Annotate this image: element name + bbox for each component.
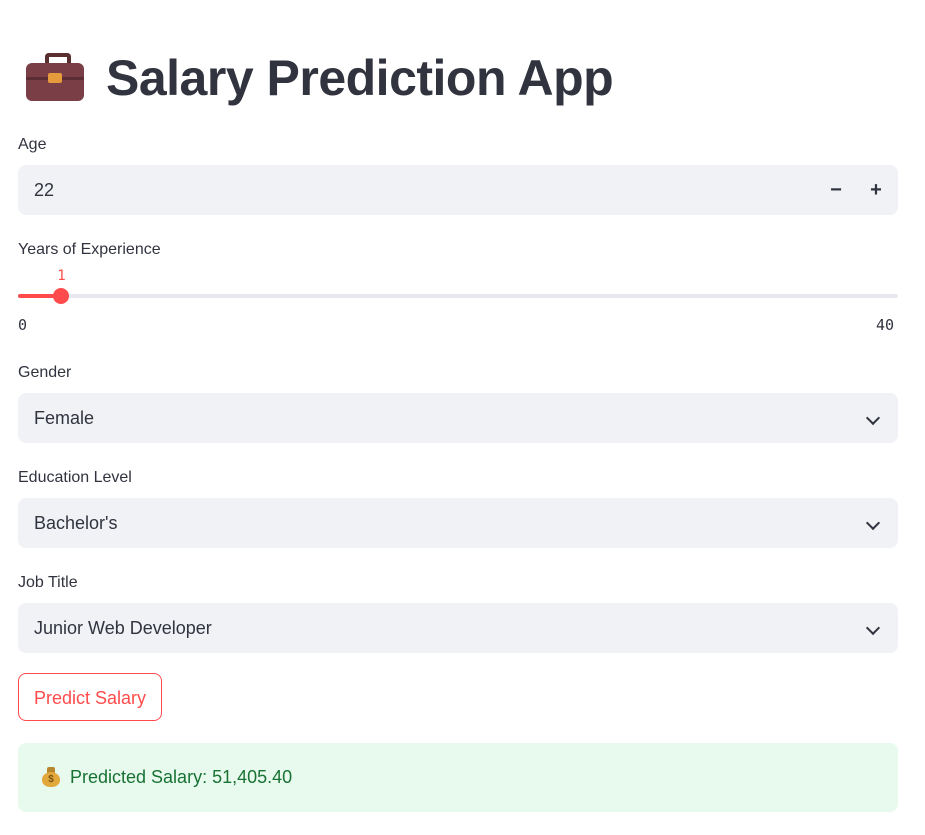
gender-select[interactable]: Female [18, 393, 898, 443]
gender-selected-value: Female [34, 408, 95, 428]
age-value[interactable]: 22 [34, 165, 54, 215]
predicted-salary-text: Predicted Salary: 51,405.40 [70, 767, 293, 787]
experience-slider-max: 40 [876, 316, 895, 334]
prediction-result-alert: $ Predicted Salary: 51,405.40 [18, 743, 898, 812]
age-label: Age [18, 136, 47, 153]
education-select[interactable]: Bachelor's [18, 498, 898, 548]
age-number-input[interactable]: 22 − + [18, 165, 898, 215]
age-decrement-button[interactable]: − [816, 165, 856, 215]
experience-slider[interactable] [18, 288, 898, 304]
experience-slider-min: 0 [18, 316, 28, 334]
education-selected-value: Bachelor's [34, 513, 118, 533]
predict-salary-button[interactable]: Predict Salary [18, 673, 163, 721]
briefcase-icon [26, 51, 84, 105]
page-header: Salary Prediction App [26, 46, 614, 110]
chevron-down-icon[interactable] [865, 515, 881, 531]
money-bag-icon: $ [42, 767, 60, 787]
experience-slider-thumb[interactable] [53, 288, 70, 304]
job-title-label: Job Title [18, 574, 78, 591]
job-title-selected-value: Junior Web Developer [34, 618, 212, 638]
page-title: Salary Prediction App [106, 50, 614, 106]
experience-label: Years of Experience [18, 241, 161, 258]
age-increment-button[interactable]: + [856, 165, 896, 215]
chevron-down-icon[interactable] [865, 620, 881, 636]
education-label: Education Level [18, 469, 132, 486]
job-title-select[interactable]: Junior Web Developer [18, 603, 898, 653]
experience-slider-value: 1 [57, 268, 66, 284]
gender-label: Gender [18, 364, 72, 381]
chevron-down-icon[interactable] [865, 410, 881, 426]
